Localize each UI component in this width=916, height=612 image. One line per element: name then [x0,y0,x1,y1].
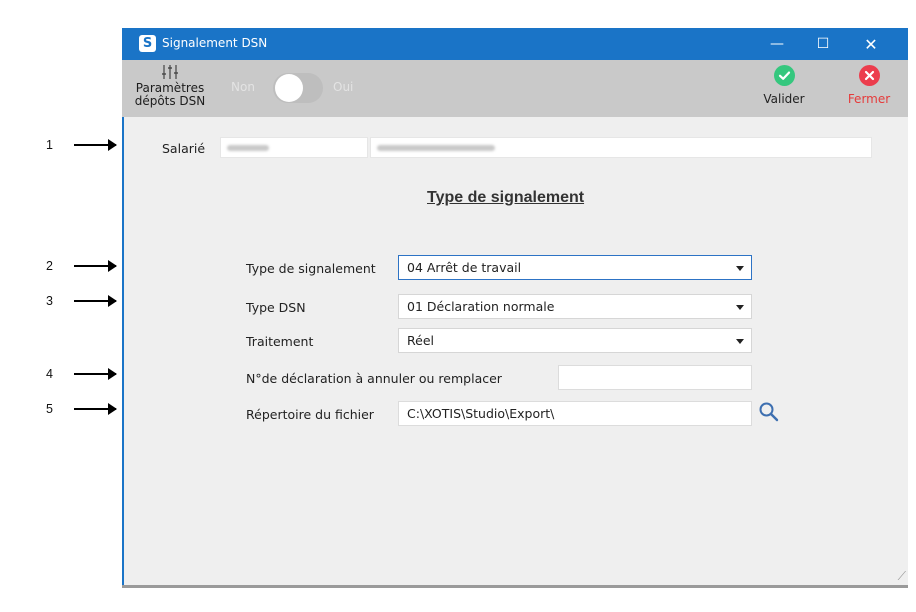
close-label: Fermer [847,92,891,106]
dsn-type-label: Type DSN [246,300,306,315]
callout-4: 4 [46,366,117,382]
signal-type-label: Type de signalement [246,261,376,276]
validate-button[interactable]: Valider [754,65,814,106]
arrow-right-icon [74,368,117,380]
employee-label: Salarié [162,141,206,156]
window-title: Signalement DSN [162,36,268,50]
minimize-button[interactable]: — [756,28,798,60]
magnifier-icon [759,402,779,422]
cancel-declaration-number-input[interactable] [558,365,752,390]
employee-id-field[interactable] [220,137,368,158]
validate-label: Valider [763,92,805,106]
callout-1: 1 [46,137,117,153]
chevron-down-icon[interactable] [736,266,744,271]
arrow-right-icon [74,139,117,151]
callout-number: 2 [46,259,53,273]
section-title: Type de signalement [427,189,585,206]
close-window-button[interactable]: ✕ [850,28,892,60]
callout-number: 1 [46,138,53,152]
arrow-right-icon [74,295,117,307]
employee-name-field[interactable] [370,137,872,158]
dsn-type-value: 01 Déclaration normale [407,299,555,314]
close-button[interactable]: Fermer [836,65,902,106]
window-left-edge [122,117,124,588]
toolbar: Paramètres dépôts DSN Non Oui Valider Fe… [122,60,908,117]
settings-label-line1: Paramètres [135,81,205,95]
maximize-button[interactable]: ☐ [802,28,844,60]
callout-3: 3 [46,293,117,309]
close-x-icon [858,65,880,86]
chevron-down-icon[interactable] [736,305,744,310]
cancel-declaration-number-label: N°de déclaration à annuler ou remplacer [246,371,502,386]
callout-number: 4 [46,367,53,381]
callout-2: 2 [46,258,117,274]
directory-input[interactable]: C:\XOTIS\Studio\Export\ [398,401,752,426]
processing-label: Traitement [246,334,314,349]
arrow-right-icon [74,260,117,272]
signal-type-select[interactable]: 04 Arrêt de travail [398,255,752,280]
sliders-icon [130,64,210,82]
checkmark-icon [773,65,795,86]
dsn-filing-settings-button[interactable]: Paramètres dépôts DSN [130,64,210,108]
title-bar[interactable]: S Signalement DSN — ☐ ✕ [122,28,908,60]
chevron-down-icon[interactable] [736,339,744,344]
dsn-type-select[interactable]: 01 Déclaration normale [398,294,752,319]
directory-label: Répertoire du fichier [246,407,374,422]
processing-value: Réel [407,333,434,348]
processing-select[interactable]: Réel [398,328,752,353]
signal-type-value: 04 Arrêt de travail [407,260,522,275]
toggle-on-label: Oui [333,80,354,94]
browse-directory-button[interactable] [758,401,780,423]
toggle-off-label: Non [231,80,255,94]
settings-label-line2: dépôts DSN [134,94,206,108]
toggle-knob [275,74,303,102]
dsn-signal-window: S Signalement DSN — ☐ ✕ Paramètres dépôt… [122,28,908,588]
callout-number: 3 [46,294,53,308]
non-oui-toggle[interactable] [273,73,323,103]
window-bottom-edge [122,585,908,588]
arrow-right-icon [74,403,117,415]
redacted-text [227,145,269,151]
redacted-text [377,145,495,151]
app-logo-icon: S [139,35,156,52]
resize-grip-icon[interactable]: ⟋ [898,569,906,584]
callout-5: 5 [46,401,117,417]
callout-number: 5 [46,402,53,416]
